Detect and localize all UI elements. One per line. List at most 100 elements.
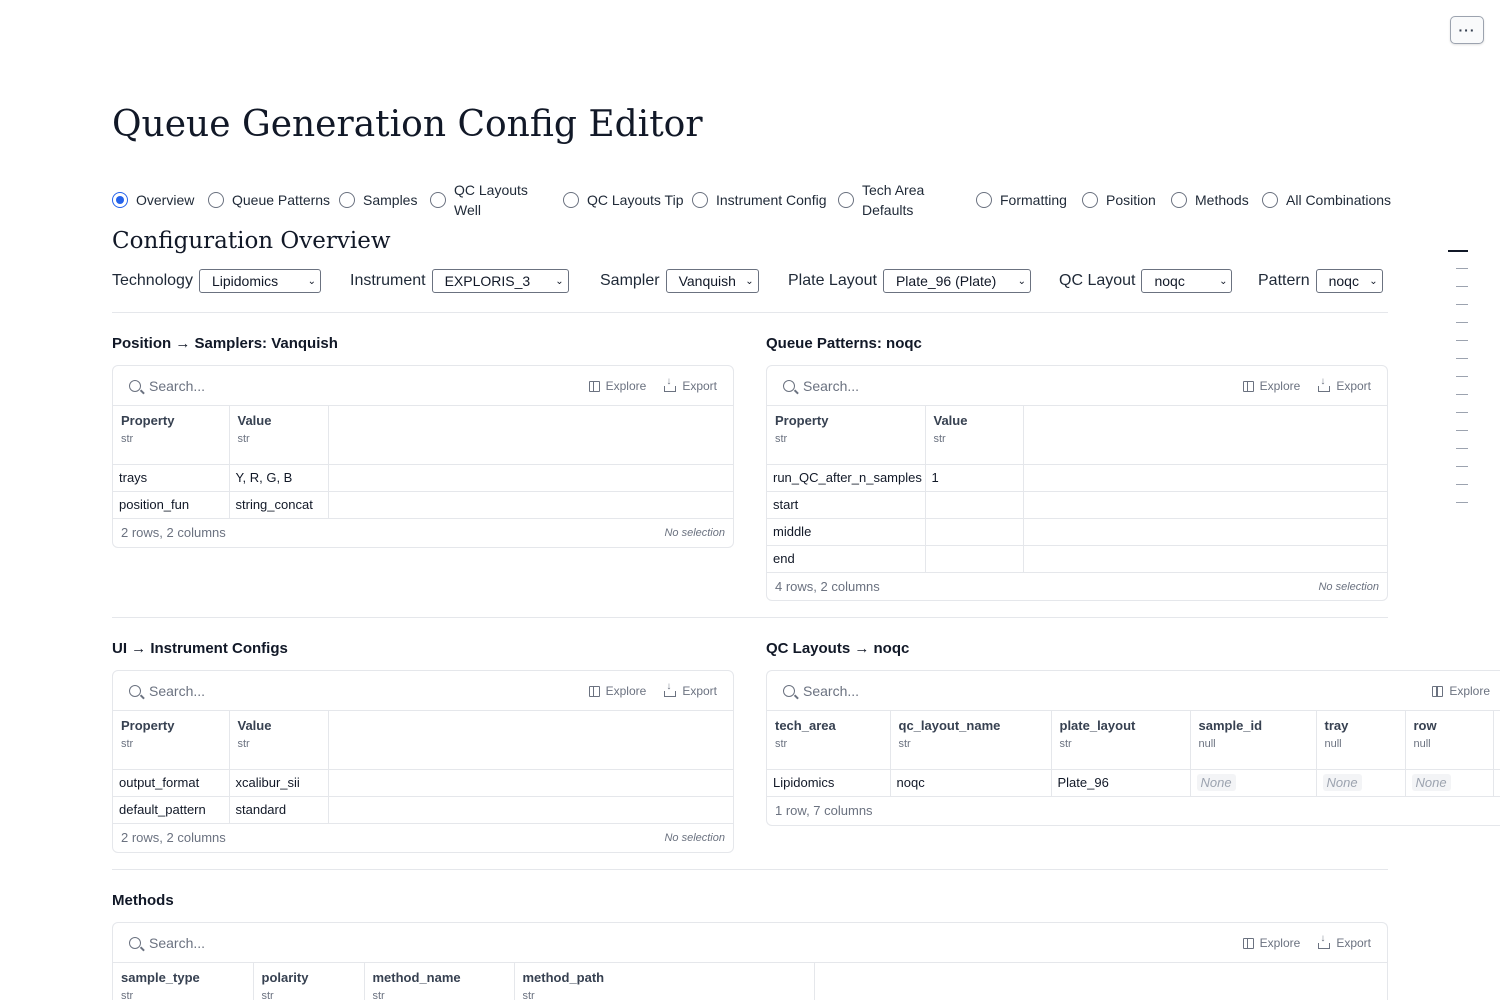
table-cell[interactable] — [925, 545, 1024, 573]
radio-icon[interactable] — [976, 192, 992, 208]
column-header[interactable]: Property str — [113, 711, 230, 770]
plate-layout-select[interactable]: Plate_96 (Plate) ⌄ — [882, 269, 1031, 293]
column-header[interactable]: sample_id null — [1190, 711, 1317, 770]
table-cell[interactable]: end — [767, 545, 926, 573]
export-button[interactable]: Export — [1318, 933, 1371, 950]
outline-item[interactable] — [1456, 376, 1468, 377]
outline-item[interactable] — [1456, 502, 1468, 503]
table-cell[interactable]: xcalibur_sii — [229, 769, 329, 797]
table-cell[interactable]: Y, R, G, B — [229, 464, 329, 492]
column-header[interactable]: Value str — [925, 406, 1024, 465]
outline-item[interactable] — [1456, 322, 1468, 323]
tab-methods[interactable]: Methods — [1171, 180, 1249, 220]
table-cell[interactable]: start — [767, 491, 926, 519]
outline-item[interactable] — [1456, 466, 1468, 467]
table-cell[interactable]: Lipidomics — [767, 769, 891, 797]
tab-qc-layouts-tip[interactable]: QC Layouts Tip — [563, 180, 684, 220]
column-header[interactable]: Property str — [113, 406, 230, 465]
search-input[interactable] — [149, 377, 449, 394]
column-header[interactable]: qc_layout_name str — [890, 711, 1052, 770]
search-input[interactable] — [803, 377, 1103, 394]
table-cell[interactable] — [925, 491, 1024, 519]
explore-button[interactable]: Explore — [1242, 936, 1300, 950]
radio-icon[interactable] — [692, 192, 708, 208]
column-header[interactable]: Value str — [229, 711, 329, 770]
table-row[interactable]: default_pattern standard — [113, 796, 733, 824]
table-cell[interactable]: position_fun — [113, 491, 230, 519]
outline-item[interactable] — [1456, 340, 1468, 341]
search-input[interactable] — [803, 682, 1103, 699]
tab-formatting[interactable]: Formatting — [976, 180, 1067, 220]
explore-button[interactable]: Explore — [1242, 379, 1300, 393]
search-input[interactable] — [149, 682, 449, 699]
table-row[interactable]: position_fun string_concat — [113, 491, 733, 519]
table-row[interactable]: Lipidomics noqc Plate_96 None None None — [767, 769, 1500, 797]
table-row[interactable]: end — [767, 545, 1387, 573]
table-row[interactable]: middle — [767, 518, 1387, 546]
table-cell[interactable]: trays — [113, 464, 230, 492]
outline-item[interactable] — [1456, 412, 1468, 413]
table-cell[interactable]: None — [1316, 769, 1406, 797]
column-header[interactable]: row null — [1405, 711, 1494, 770]
outline-item[interactable] — [1456, 484, 1468, 485]
column-header[interactable]: Value str — [229, 406, 329, 465]
radio-icon[interactable] — [1171, 192, 1187, 208]
column-header[interactable]: method_name str — [364, 963, 515, 1000]
table-cell[interactable]: run_QC_after_n_samples — [767, 464, 926, 492]
table-cell[interactable]: middle — [767, 518, 926, 546]
column-header[interactable]: tech_area str — [767, 711, 891, 770]
column-header[interactable]: method_path str — [514, 963, 815, 1000]
table-cell[interactable]: string_concat — [229, 491, 329, 519]
outline-item[interactable] — [1456, 394, 1468, 395]
tab-overview[interactable]: Overview — [112, 180, 194, 220]
tab-position[interactable]: Position — [1082, 180, 1156, 220]
table-cell[interactable]: default_pattern — [113, 796, 230, 824]
radio-icon[interactable] — [563, 192, 579, 208]
export-button[interactable]: Export — [664, 681, 717, 698]
qc-layout-select[interactable]: noqc ⌄ — [1141, 269, 1233, 293]
sampler-select[interactable]: Vanquish ⌄ — [665, 269, 759, 293]
table-cell[interactable]: None — [1190, 769, 1317, 797]
outline-item[interactable] — [1456, 430, 1468, 431]
tab-tech-area-defaults[interactable]: Tech Area Defaults — [838, 180, 938, 220]
tab-qc-layouts-well[interactable]: QC Layouts Well — [430, 180, 530, 220]
explore-button[interactable]: Explore — [588, 379, 646, 393]
column-header[interactable]: tray null — [1316, 711, 1406, 770]
export-button[interactable]: Export — [664, 376, 717, 393]
column-header[interactable]: plate_layout str — [1051, 711, 1191, 770]
tab-samples[interactable]: Samples — [339, 180, 417, 220]
table-cell[interactable]: noqc — [890, 769, 1052, 797]
instrument-select[interactable]: EXPLORIS_3 ⌄ — [431, 269, 569, 293]
table-row[interactable]: run_QC_after_n_samples 1 — [767, 464, 1387, 492]
table-row[interactable]: start — [767, 491, 1387, 519]
table-cell[interactable]: Plate_96 — [1051, 769, 1191, 797]
tab-instrument-config[interactable]: Instrument Config — [692, 180, 827, 220]
explore-button[interactable]: Explore — [588, 684, 646, 698]
outline-item[interactable] — [1448, 250, 1468, 252]
pattern-select[interactable]: noqc ⌄ — [1315, 269, 1383, 293]
explore-button[interactable]: Explore — [1432, 684, 1490, 698]
table-cell[interactable]: output_format — [113, 769, 230, 797]
radio-icon[interactable] — [208, 192, 224, 208]
table-row[interactable]: output_format xcalibur_sii — [113, 769, 733, 797]
table-cell[interactable]: standard — [229, 796, 329, 824]
more-options-button[interactable]: ··· — [1450, 16, 1484, 44]
column-header[interactable]: sample_type str — [113, 963, 254, 1000]
outline-item[interactable] — [1456, 268, 1468, 269]
outline-item[interactable] — [1456, 358, 1468, 359]
radio-icon[interactable] — [112, 192, 128, 208]
outline-item[interactable] — [1456, 286, 1468, 287]
table-row[interactable]: trays Y, R, G, B — [113, 464, 733, 492]
tab-queue-patterns[interactable]: Queue Patterns — [208, 180, 330, 220]
outline-item[interactable] — [1456, 304, 1468, 305]
radio-icon[interactable] — [339, 192, 355, 208]
technology-select[interactable]: Lipidomics ⌄ — [198, 269, 321, 293]
column-header[interactable]: polarity str — [253, 963, 365, 1000]
radio-icon[interactable] — [1262, 192, 1278, 208]
radio-icon[interactable] — [430, 192, 446, 208]
table-cell[interactable]: 1 — [925, 464, 1024, 492]
outline-item[interactable] — [1456, 448, 1468, 449]
column-header[interactable]: Property str — [767, 406, 926, 465]
table-cell[interactable] — [925, 518, 1024, 546]
radio-icon[interactable] — [1082, 192, 1098, 208]
